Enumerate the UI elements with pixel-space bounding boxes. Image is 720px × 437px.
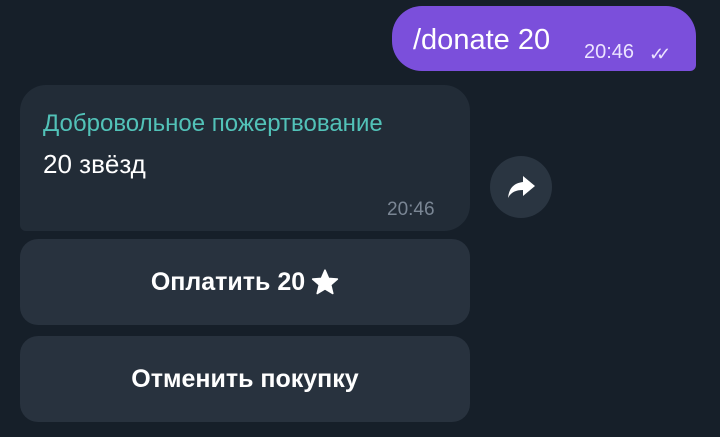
message-time: 20:46	[584, 41, 635, 63]
cancel-purchase-button[interactable]: Отменить покупку	[20, 336, 470, 422]
invoice-body: 20 звёзд	[43, 149, 146, 179]
forward-icon	[508, 176, 535, 198]
pay-label: Оплатить 20	[150, 267, 306, 296]
star-icon	[312, 269, 339, 295]
double-check-icon: ✓✓	[649, 44, 671, 64]
outgoing-message[interactable]: /donate 20 20:46 ✓✓	[392, 6, 696, 71]
message-time: 20:46	[387, 199, 435, 220]
message-text: /donate 20	[413, 24, 551, 56]
cancel-label: Отменить покупку	[131, 364, 359, 393]
invoice-title: Добровольное пожертвование	[43, 110, 383, 137]
forward-button[interactable]	[490, 156, 552, 218]
pay-button[interactable]: Оплатить 20	[20, 239, 470, 325]
invoice-message[interactable]: Добровольное пожертвование 20 звёзд 20:4…	[20, 85, 470, 231]
